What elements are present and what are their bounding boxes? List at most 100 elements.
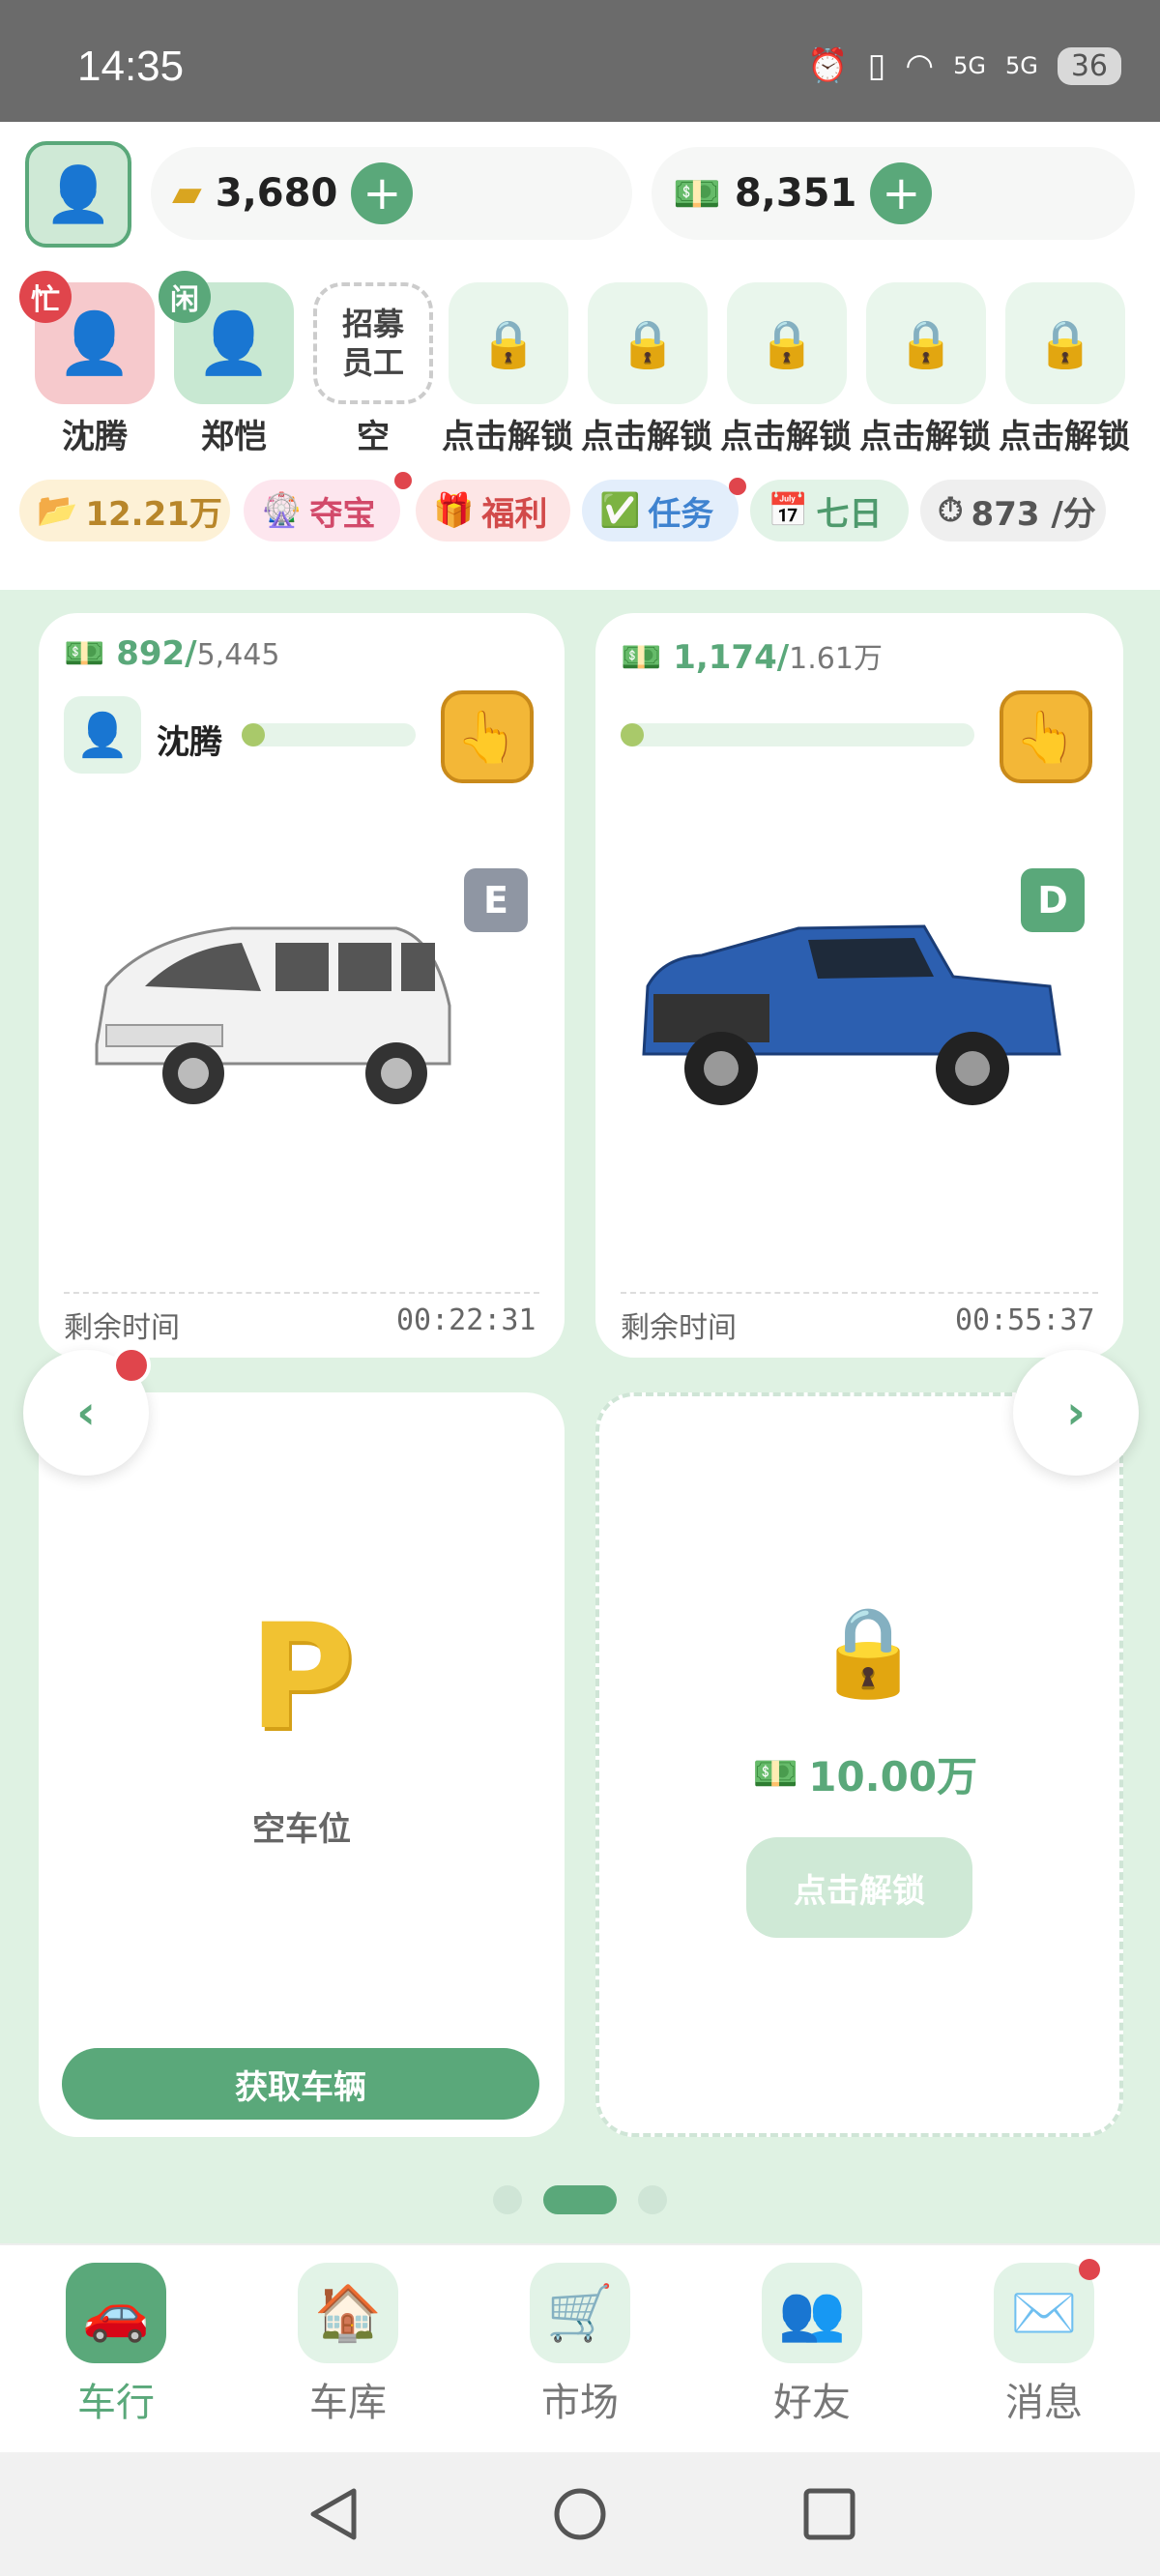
card-2-earned: 1,174/ <box>673 638 790 677</box>
nav-garage[interactable]: 🏠 车库 <box>251 2263 445 2427</box>
prev-page-notification-dot <box>112 1346 151 1385</box>
card-1-earnings: 💵 892/5,445 <box>64 634 279 673</box>
house-icon: 🏠 <box>298 2263 398 2363</box>
get-vehicle-button[interactable]: 获取车辆 <box>62 2048 539 2120</box>
card-1-target: 5,445 <box>196 638 280 672</box>
card-2-divider <box>621 1292 1098 1294</box>
card-2-progress <box>621 723 974 746</box>
home-icon[interactable] <box>553 2487 607 2541</box>
nav-friends[interactable]: 👥 好友 <box>715 2263 909 2427</box>
treasure-notification-dot <box>394 472 412 489</box>
white-van-image <box>95 926 451 1104</box>
lock-icon: 🔒 <box>758 316 816 371</box>
page-dot-1[interactable] <box>493 2185 522 2214</box>
checkbox-icon: ✅ <box>599 491 641 530</box>
nav-dealership[interactable]: 🚗 车行 <box>19 2263 213 2427</box>
chevron-right-icon: › <box>1066 1386 1086 1440</box>
task-notification-dot <box>729 478 746 495</box>
card-2-remain-time: 00:55:37 <box>955 1303 1095 1337</box>
card-1-progress <box>242 723 416 746</box>
unlock-slot-button[interactable]: 点击解锁 <box>746 1837 972 1938</box>
nav-friends-label: 好友 <box>773 2381 851 2425</box>
nav-market[interactable]: 🛒 市场 <box>483 2263 677 2427</box>
page-dot-3[interactable] <box>638 2185 667 2214</box>
recruit-line-2: 员工 <box>341 344 404 381</box>
lock-icon: 🔒 <box>814 1601 923 1703</box>
recents-icon[interactable] <box>802 2487 856 2541</box>
staff-slot-locked-2[interactable]: 🔒 <box>588 282 708 404</box>
back-icon[interactable] <box>307 2487 360 2541</box>
staff-slot-locked-1[interactable]: 🔒 <box>449 282 568 404</box>
friends-icon: 👥 <box>762 2263 862 2363</box>
signal-icon: 5G <box>953 52 986 79</box>
welfare-chip[interactable]: 🎁 福利 <box>416 480 570 542</box>
add-gold-button[interactable]: + <box>351 162 414 224</box>
grade-badge-e: E <box>464 868 528 932</box>
cash-icon: 💵 <box>673 171 721 217</box>
lock-icon: 🔒 <box>897 316 955 371</box>
staff-name-8: 点击解锁 <box>999 418 1130 456</box>
player-avatar[interactable]: 👤 <box>25 141 131 248</box>
lock-icon: 🔒 <box>619 316 677 371</box>
add-cash-button[interactable]: + <box>870 162 933 224</box>
staff-slot-locked-5[interactable]: 🔒 <box>1005 282 1125 404</box>
gift-icon: 🎁 <box>433 491 475 530</box>
treasure-label: 夺宝 <box>309 494 376 534</box>
card-1-earned: 892/ <box>116 634 197 673</box>
alarm-icon: ⏰ <box>807 46 849 85</box>
blue-pickup-image <box>642 924 1061 1105</box>
rate-chip: ⏱ 873 /分 <box>920 480 1106 542</box>
treasure-chip[interactable]: 🎡 夺宝 <box>244 480 400 542</box>
calendar-icon: 📅 <box>768 491 809 530</box>
card-1-remain-time: 00:22:31 <box>396 1303 536 1337</box>
cash-value: 8,351 <box>734 171 857 216</box>
card-1-divider <box>64 1292 539 1294</box>
staff-name-7: 点击解锁 <box>859 418 991 456</box>
mail-icon: ✉️ <box>994 2263 1094 2363</box>
next-page-button[interactable]: › <box>1013 1350 1139 1476</box>
card-2-remain-label: 剩余时间 <box>621 1311 737 1345</box>
ferris-wheel-icon: 🎡 <box>261 491 303 530</box>
card-1-remain-label: 剩余时间 <box>64 1311 180 1345</box>
card-2-progress-fill <box>621 723 644 746</box>
recruit-staff-button[interactable]: 招募 员工 <box>313 282 433 404</box>
staff-name-1: 沈腾 <box>62 418 128 456</box>
hand-pointer-icon: 👆 <box>455 708 519 767</box>
wifi-icon: ◠ <box>905 46 935 85</box>
funds-chip[interactable]: 📂 12.21万 <box>19 480 230 542</box>
vibrate-icon: ▯ <box>867 46 886 85</box>
nav-garage-label: 车库 <box>309 2381 387 2425</box>
cash-icon: 💵 <box>64 634 105 673</box>
seven-day-chip[interactable]: 📅 七日 <box>750 480 909 542</box>
signal-icon-2: 5G <box>1004 52 1038 79</box>
cash-icon: 💵 <box>752 1752 799 1795</box>
card-2-earnings: 💵 1,174/1.61万 <box>621 634 883 677</box>
page-dot-2-active[interactable] <box>543 2185 617 2214</box>
staff-slot-locked-4[interactable]: 🔒 <box>866 282 986 404</box>
empty-parking-card[interactable] <box>39 1392 565 2137</box>
timer-icon: ⏱ <box>938 491 964 530</box>
chevron-left-icon: ‹ <box>76 1386 96 1440</box>
cart-icon: 🛒 <box>530 2263 630 2363</box>
system-nav-bar <box>0 2452 1160 2576</box>
parking-p-icon: P <box>248 1594 355 1762</box>
staff-name-2: 郑恺 <box>201 418 267 456</box>
person-icon: 👤 <box>57 307 132 378</box>
tap-boost-button-2[interactable]: 👆 <box>1000 690 1092 783</box>
funds-label: 12.21万 <box>85 494 222 534</box>
driver-name: 沈腾 <box>157 723 222 762</box>
nav-market-label: 市场 <box>541 2381 619 2425</box>
clock: 14:35 <box>77 43 185 90</box>
nav-dealership-label: 车行 <box>77 2381 155 2425</box>
person-icon: 👤 <box>44 163 112 226</box>
task-label: 任务 <box>648 494 714 534</box>
seven-day-label: 七日 <box>816 494 883 534</box>
task-chip[interactable]: ✅ 任务 <box>582 480 739 542</box>
messages-notification-dot <box>1079 2259 1100 2280</box>
status-icons: ⏰ ▯ ◠ 5G 5G 36 <box>807 46 1121 85</box>
rate-label: 873 /分 <box>971 494 1096 534</box>
nav-messages[interactable]: ✉️ 消息 <box>947 2263 1141 2427</box>
tap-boost-button[interactable]: 👆 <box>441 690 534 783</box>
empty-slot-label: 空车位 <box>252 1810 351 1849</box>
staff-slot-locked-3[interactable]: 🔒 <box>727 282 847 404</box>
